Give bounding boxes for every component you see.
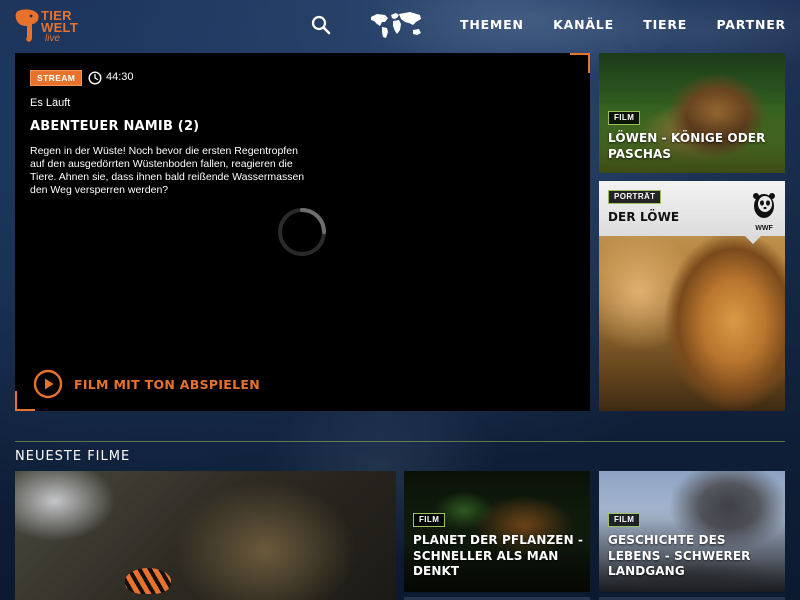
film-title: ABENTEUER NAMIB (2) — [30, 119, 200, 134]
film-card-geschichte-des-lebens[interactable]: FILM GESCHICHTE DES LEBENS - SCHWERER LA… — [599, 471, 785, 592]
player-corner-decoration — [15, 391, 35, 411]
film-card-planet-der-pflanzen[interactable]: FILM PLANET DER PFLANZEN - SCHNELLER ALS… — [404, 471, 590, 592]
stream-badge: STREAM — [30, 70, 83, 86]
loading-spinner-icon — [278, 208, 326, 256]
world-map-button[interactable] — [368, 10, 424, 40]
wwf-partner-logo: WWF — [751, 191, 777, 232]
main-navigation: THEMEN KANÄLE TIERE PARTNER — [460, 17, 786, 32]
site-header: TIER WELT live THEMEN KANÄLE TIERE PARTN… — [0, 0, 800, 50]
frog-image-detail — [125, 568, 171, 594]
card-header-pointer — [745, 236, 761, 244]
clock-icon — [88, 71, 102, 85]
play-circle-icon — [33, 369, 63, 399]
portrait-card-der-loewe[interactable]: PORTRÄT DER LÖWE WWF — [599, 181, 785, 411]
portrait-card-title: DER LÖWE — [608, 210, 680, 224]
logo-line-3: live — [45, 33, 61, 44]
wwf-label: WWF — [755, 225, 773, 232]
section-title-neueste-filme: NEUESTE FILME — [15, 449, 131, 464]
featured-film-card-frog[interactable] — [15, 471, 396, 600]
video-player[interactable]: STREAM 44:30 Es Läuft ABENTEUER NAMIB (2… — [15, 53, 590, 411]
nav-tiere[interactable]: TIERE — [643, 17, 687, 32]
logo-wordmark: TIER WELT live — [41, 9, 78, 44]
wwf-panda-icon — [753, 193, 775, 218]
search-icon — [311, 15, 331, 35]
film-badge: FILM — [608, 513, 641, 527]
section-divider — [15, 441, 785, 442]
portrait-badge: PORTRÄT — [608, 190, 662, 204]
play-with-sound-button[interactable]: FILM MIT TON ABSPIELEN — [33, 369, 260, 399]
now-playing-label: Es Läuft — [30, 97, 71, 109]
elephant-logo-icon — [15, 9, 39, 42]
nav-themen[interactable]: THEMEN — [460, 17, 524, 32]
film-card-title: LÖWEN - KÖNIGE ODER PASCHAS — [608, 131, 766, 161]
search-button[interactable] — [310, 14, 332, 36]
play-with-sound-label: FILM MIT TON ABSPIELEN — [74, 376, 261, 392]
film-description: Regen in der Wüste! Noch bevor die erste… — [30, 145, 305, 196]
film-badge: FILM — [608, 111, 641, 125]
film-badge: FILM — [413, 513, 446, 527]
nav-kanaele[interactable]: KANÄLE — [553, 17, 614, 32]
film-card-title: GESCHICHTE DES LEBENS - SCHWERER LANDGAN… — [608, 533, 751, 578]
tierwelt-logo[interactable]: TIER WELT live — [14, 8, 84, 44]
film-card-title: PLANET DER PFLANZEN - SCHNELLER ALS MAN … — [413, 533, 584, 578]
player-corner-decoration — [570, 53, 590, 73]
film-duration: 44:30 — [106, 71, 134, 83]
nav-partner[interactable]: PARTNER — [716, 17, 786, 32]
world-map-icon — [371, 12, 421, 38]
film-card-loewen[interactable]: FILM LÖWEN - KÖNIGE ODER PASCHAS — [599, 53, 785, 173]
